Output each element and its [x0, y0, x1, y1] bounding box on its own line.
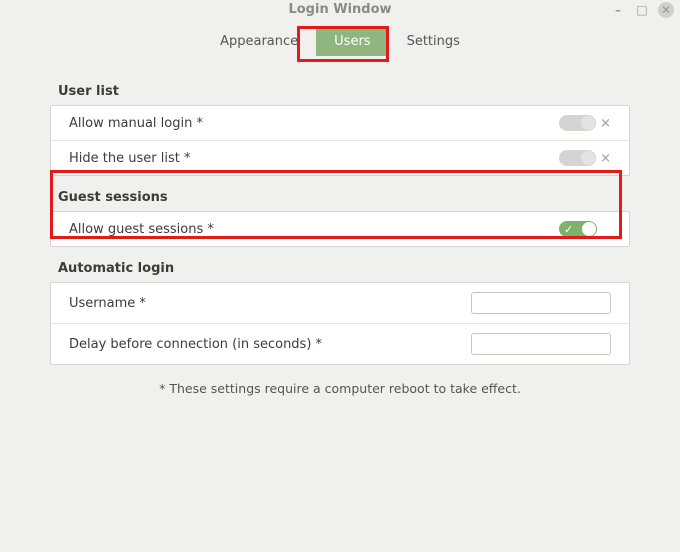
panel-user-list: Allow manual login * × Hide the user lis… — [50, 105, 630, 176]
toggle-knob — [581, 116, 595, 130]
toggle-knob — [582, 222, 596, 236]
minimize-button[interactable]: – — [610, 2, 626, 18]
login-window: Login Window – □ ✕ Appearance Users Sett… — [0, 0, 680, 552]
input-delay[interactable] — [471, 333, 611, 355]
footer-note: * These settings require a computer rebo… — [50, 381, 630, 396]
maximize-icon: □ — [636, 3, 647, 17]
row-allow-manual-login: Allow manual login * × — [51, 106, 629, 140]
row-allow-guest-sessions: Allow guest sessions * ✓ — [51, 212, 629, 246]
row-username: Username * — [51, 283, 629, 323]
tab-users-label: Users — [334, 34, 370, 49]
panel-automatic-login: Username * Delay before connection (in s… — [50, 282, 630, 365]
row-hide-user-list: Hide the user list * × — [51, 140, 629, 175]
window-title: Login Window — [288, 2, 391, 17]
toggle-allow-manual-login[interactable] — [559, 115, 596, 131]
label-hide-user-list: Hide the user list * — [69, 151, 190, 166]
row-delay: Delay before connection (in seconds) * — [51, 323, 629, 364]
maximize-button[interactable]: □ — [634, 2, 650, 18]
section-title-automatic-login: Automatic login — [58, 261, 630, 276]
label-delay: Delay before connection (in seconds) * — [69, 337, 322, 352]
tab-appearance-label: Appearance — [220, 34, 298, 49]
tabbar: Appearance Users Settings — [0, 26, 680, 56]
toggle-knob — [581, 151, 595, 165]
label-allow-manual-login: Allow manual login * — [69, 116, 203, 131]
tab-settings-label: Settings — [407, 34, 460, 49]
close-button[interactable]: ✕ — [658, 2, 674, 18]
panel-guest-sessions: Allow guest sessions * ✓ — [50, 211, 630, 247]
section-title-guest-sessions: Guest sessions — [58, 190, 630, 205]
tab-settings[interactable]: Settings — [389, 26, 478, 56]
x-icon: × — [600, 116, 611, 131]
minimize-icon: – — [615, 3, 621, 17]
x-icon: × — [600, 151, 611, 166]
toggle-hide-user-list[interactable] — [559, 150, 596, 166]
section-title-user-list: User list — [58, 84, 630, 99]
tab-appearance[interactable]: Appearance — [202, 26, 316, 56]
label-username: Username * — [69, 296, 146, 311]
close-icon: ✕ — [661, 3, 671, 17]
window-controls: – □ ✕ — [610, 2, 674, 18]
label-allow-guest-sessions: Allow guest sessions * — [69, 222, 214, 237]
titlebar: Login Window – □ ✕ — [0, 0, 680, 24]
toggle-allow-guest-sessions[interactable]: ✓ — [559, 221, 597, 237]
input-username[interactable] — [471, 292, 611, 314]
content-area: User list Allow manual login * × Hide th… — [0, 56, 680, 396]
check-icon: ✓ — [564, 221, 573, 237]
tab-users[interactable]: Users — [316, 26, 388, 56]
